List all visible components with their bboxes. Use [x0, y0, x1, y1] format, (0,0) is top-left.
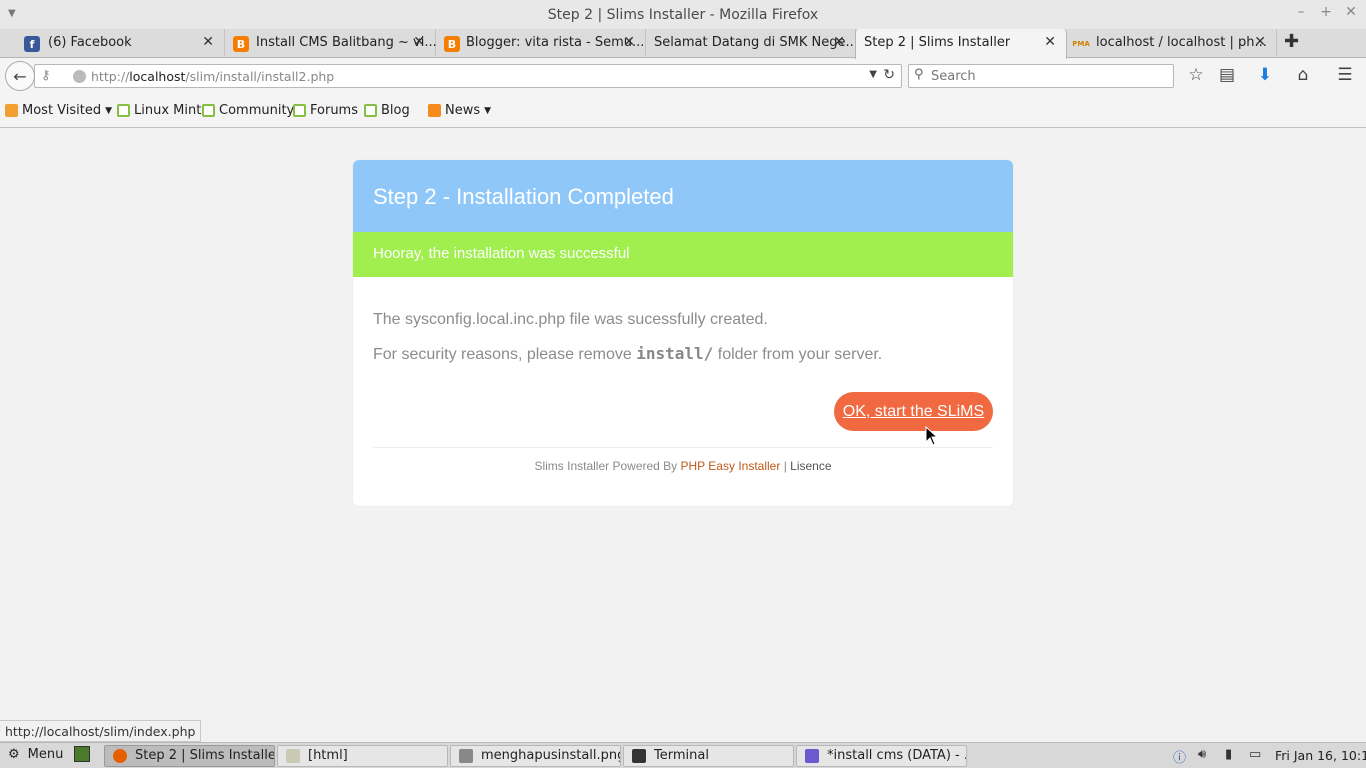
bookmark-linux-mint[interactable]: Linux Mint [117, 103, 201, 118]
bookmarks-toolbar: Most Visited ▼ Linux Mint Community Forum… [0, 94, 1366, 128]
window-titlebar: ▼ Step 2 | Slims Installer - Mozilla Fir… [0, 0, 1366, 29]
bookmark-forums[interactable]: Forums [293, 103, 358, 118]
image-viewer-icon [459, 749, 473, 763]
mint-icon [117, 104, 130, 117]
shield-icon[interactable]: ⓘ [1173, 747, 1186, 766]
hamburger-menu-icon[interactable]: ☰ [1334, 65, 1356, 87]
download-icon[interactable]: ⬇ [1254, 65, 1276, 87]
terminal-icon [632, 749, 646, 763]
tab-label: Install CMS Balitbang ~ vi... [256, 35, 437, 50]
success-banner: Hooray, the installation was successful [353, 232, 1013, 277]
home-icon[interactable]: ⌂ [1292, 65, 1314, 87]
page-content: Step 2 - Installation Completed Hooray, … [0, 129, 1366, 718]
bookmark-star-icon[interactable]: ☆ [1185, 65, 1207, 87]
reload-icon[interactable]: ↻ [883, 67, 895, 83]
window-title: Step 2 | Slims Installer - Mozilla Firef… [547, 6, 819, 23]
bookmark-blog[interactable]: Blog [364, 103, 410, 118]
url-text[interactable]: http://localhost/slim/install/install2.p… [91, 69, 334, 84]
maximize-icon[interactable]: + [1316, 4, 1336, 20]
url-history-dropdown-icon[interactable]: ▼ [869, 69, 877, 80]
mint-icon [202, 104, 215, 117]
tab-phpmyadmin[interactable]: PMA localhost / localhost | ph... ✕ [1067, 29, 1277, 58]
folder-icon [286, 749, 300, 763]
tab-close-icon[interactable]: ✕ [623, 34, 635, 50]
document-icon [805, 749, 819, 763]
back-arrow-icon: ← [13, 66, 27, 86]
bookmark-most-visited[interactable]: Most Visited ▼ [5, 103, 112, 118]
url-bar[interactable]: ⚷ http://localhost/slim/install/install2… [34, 64, 902, 88]
tab-label: Step 2 | Slims Installer [864, 35, 1011, 50]
reading-list-icon[interactable]: ▤ [1216, 65, 1238, 87]
licence-link[interactable]: Lisence [790, 459, 831, 473]
security-notice: For security reasons, please remove inst… [373, 344, 883, 363]
tab-label: Blogger: vita rista - Semu... [466, 35, 645, 50]
blogger-icon: B [444, 36, 460, 52]
tab-strip: f (6) Facebook ✕ B Install CMS Balitbang… [0, 29, 1366, 59]
back-button[interactable]: ← [5, 61, 35, 91]
tab-close-icon[interactable]: ✕ [1044, 34, 1056, 50]
close-window-icon[interactable]: ✕ [1341, 4, 1361, 20]
window-menu-icon[interactable]: ▼ [8, 8, 16, 19]
page-title: Step 2 - Installation Completed [373, 184, 674, 209]
tab-close-icon[interactable]: ✕ [833, 34, 845, 50]
install-folder-code: install/ [636, 344, 714, 363]
show-desktop-icon[interactable] [74, 746, 90, 762]
search-input[interactable] [931, 67, 1169, 85]
taskbar-item-image[interactable]: menghapusinstall.png [450, 745, 621, 767]
tab-facebook[interactable]: f (6) Facebook ✕ [0, 29, 225, 58]
taskbar-item-terminal[interactable]: Terminal [623, 745, 794, 767]
tab-close-icon[interactable]: ✕ [1254, 34, 1266, 50]
tab-install-cms[interactable]: B Install CMS Balitbang ~ vi... ✕ [225, 29, 437, 58]
bookmark-news[interactable]: News ▼ [428, 103, 491, 118]
taskbar: ⚙ Menu Step 2 | Slims Installe... [html]… [0, 742, 1366, 768]
tab-close-icon[interactable]: ✕ [413, 34, 425, 50]
taskbar-item-html[interactable]: [html] [277, 745, 448, 767]
chevron-down-icon: ▼ [105, 105, 113, 116]
config-created-text: The sysconfig.local.inc.php file was suc… [373, 311, 768, 328]
minimize-icon[interactable]: – [1291, 4, 1311, 20]
tab-label: Selamat Datang di SMK Nege... [654, 35, 858, 50]
mint-icon [364, 104, 377, 117]
phpmyadmin-icon: PMA [1072, 40, 1090, 48]
search-icon: ⚲ [914, 67, 924, 82]
divider [373, 447, 993, 448]
start-slims-button[interactable]: OK, start the SLiMS [834, 392, 993, 431]
card-body: The sysconfig.local.inc.php file was suc… [353, 277, 1013, 364]
key-icon[interactable]: ⚷ [41, 68, 51, 83]
taskbar-item-document[interactable]: *install cms (DATA) - ... [796, 745, 967, 767]
new-tab-icon[interactable]: ✚ [1284, 31, 1299, 52]
footer: Slims Installer Powered By PHP Easy Inst… [534, 459, 832, 473]
folder-icon [5, 104, 18, 117]
globe-icon [73, 70, 86, 83]
php-easy-installer-link[interactable]: PHP Easy Installer [681, 459, 781, 473]
bookmark-community[interactable]: Community [202, 103, 294, 118]
tab-label: localhost / localhost | ph... [1096, 35, 1267, 50]
tab-smk[interactable]: Selamat Datang di SMK Nege... ✕ [646, 29, 858, 58]
success-message: Hooray, the installation was successful [373, 245, 630, 262]
start-menu-button[interactable]: ⚙ Menu [8, 747, 63, 762]
chevron-down-icon: ▼ [484, 105, 492, 116]
search-bar[interactable]: ⚲ [908, 64, 1174, 88]
blogger-icon: B [233, 36, 249, 52]
mint-icon [293, 104, 306, 117]
installer-card: Step 2 - Installation Completed Hooray, … [353, 160, 1013, 506]
nav-toolbar: ⚷ http://localhost/slim/install/install2… [0, 59, 1366, 94]
mouse-cursor-icon [925, 426, 939, 446]
card-header: Step 2 - Installation Completed [353, 160, 1013, 232]
tab-close-icon[interactable]: ✕ [202, 34, 214, 50]
tab-slims-installer[interactable]: Step 2 | Slims Installer ✕ [855, 29, 1067, 59]
tab-label: (6) Facebook [48, 35, 132, 50]
facebook-icon: f [24, 36, 40, 52]
battery-icon[interactable]: ▭ [1249, 747, 1261, 762]
network-icon[interactable]: ▮ [1225, 747, 1232, 762]
status-url: http://localhost/slim/index.php [0, 720, 202, 742]
rss-icon [428, 104, 441, 117]
firefox-icon [113, 749, 127, 763]
gear-icon: ⚙ [8, 747, 20, 762]
clock[interactable]: Fri Jan 16, 10:17 [1275, 748, 1366, 763]
tab-blogger[interactable]: B Blogger: vita rista - Semu... ✕ [436, 29, 646, 58]
taskbar-item-firefox[interactable]: Step 2 | Slims Installe... [104, 745, 275, 767]
volume-icon[interactable]: 🔊︎ [1198, 747, 1206, 762]
